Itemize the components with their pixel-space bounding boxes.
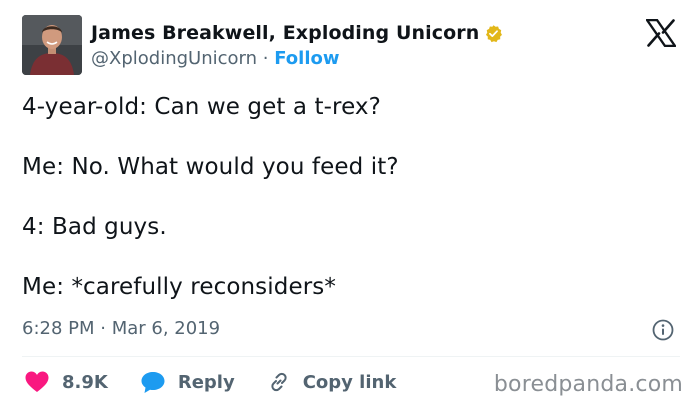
tweet-line: 4: Bad guys.: [22, 214, 167, 240]
author-identity: James Breakwell, Exploding Unicorn @Xplo…: [91, 21, 503, 69]
tweet-header: James Breakwell, Exploding Unicorn @Xplo…: [22, 15, 503, 75]
info-icon[interactable]: [652, 319, 674, 341]
watermark: boredpanda.com: [493, 372, 683, 397]
verified-badge-icon: [484, 24, 503, 43]
tweet-line: Me: No. What would you feed it?: [22, 154, 399, 180]
like-button[interactable]: 8.9K: [24, 370, 108, 394]
tweet-card: James Breakwell, Exploding Unicorn @Xplo…: [0, 0, 700, 410]
author-handle[interactable]: @XplodingUnicorn: [91, 48, 257, 69]
avatar-photo: [22, 15, 82, 75]
tweet-line: Me: *carefully reconsiders*: [22, 274, 336, 300]
author-name-row: James Breakwell, Exploding Unicorn: [91, 21, 503, 45]
handle-separator: ·: [262, 48, 269, 69]
divider: [22, 356, 680, 357]
author-display-name[interactable]: James Breakwell, Exploding Unicorn: [91, 22, 479, 44]
copy-link-button[interactable]: Copy link: [267, 370, 397, 394]
link-icon: [271, 372, 287, 392]
avatar[interactable]: [22, 15, 82, 75]
x-logo-icon[interactable]: [646, 19, 676, 47]
author-handle-row: @XplodingUnicorn · Follow: [91, 48, 503, 69]
reply-button[interactable]: Reply: [140, 370, 235, 394]
like-count: 8.9K: [62, 371, 108, 393]
follow-button[interactable]: Follow: [274, 48, 339, 69]
tweet-text: 4-year-old: Can we get a t-rex? Me: No. …: [22, 92, 682, 332]
tweet-timestamp[interactable]: 6:28 PM · Mar 6, 2019: [22, 318, 220, 339]
tweet-line: 4-year-old: Can we get a t-rex?: [22, 94, 381, 120]
reply-bubble-icon: [141, 372, 165, 393]
reply-label: Reply: [177, 371, 235, 393]
copy-link-label: Copy link: [302, 371, 397, 393]
tweet-actions: 8.9K Reply Copy link: [24, 370, 428, 394]
heart-icon: [25, 371, 49, 392]
